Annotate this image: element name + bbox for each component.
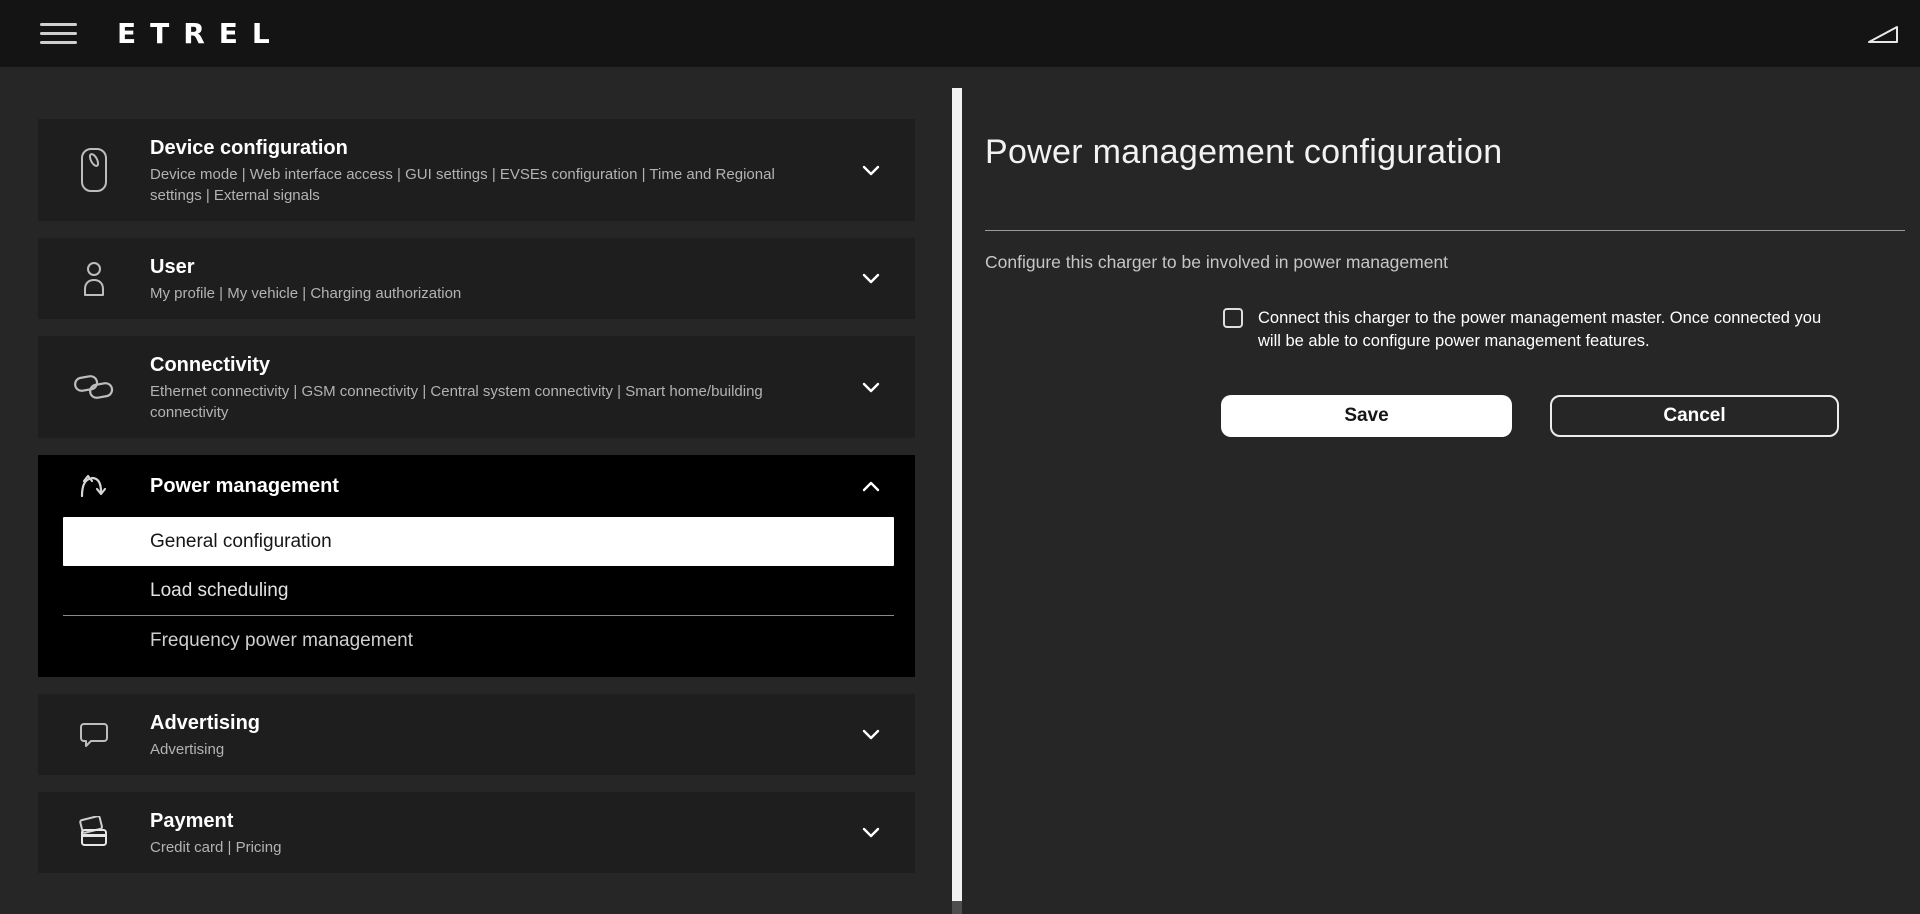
section-title: Connectivity bbox=[150, 351, 817, 379]
cancel-button[interactable]: Cancel bbox=[1550, 395, 1839, 437]
user-icon bbox=[38, 259, 150, 299]
section-subtitle: Ethernet connectivity | GSM connectivity… bbox=[150, 381, 817, 423]
credit-card-icon bbox=[38, 816, 150, 850]
section-title: User bbox=[150, 253, 817, 281]
menu-icon[interactable] bbox=[40, 17, 77, 50]
connect-charger-checkbox-label: Connect this charger to the power manage… bbox=[1258, 307, 1823, 353]
section-advertising[interactable]: Advertising Advertising bbox=[38, 694, 915, 775]
section-subtitle: My profile | My vehicle | Charging autho… bbox=[150, 283, 817, 304]
chevron-down-icon[interactable] bbox=[827, 273, 915, 284]
action-buttons: Save Cancel bbox=[1221, 395, 1905, 437]
menu-item-load-scheduling[interactable]: Load scheduling bbox=[38, 566, 915, 615]
section-title: Power management bbox=[150, 472, 817, 500]
section-device-configuration[interactable]: Device configuration Device mode | Web i… bbox=[38, 119, 915, 221]
page-title: Power management configuration bbox=[985, 133, 1905, 172]
section-connectivity[interactable]: Connectivity Ethernet connectivity | GSM… bbox=[38, 336, 915, 438]
connect-charger-checkbox[interactable] bbox=[1223, 308, 1243, 328]
section-user[interactable]: User My profile | My vehicle | Charging … bbox=[38, 238, 915, 319]
title-divider bbox=[985, 230, 1905, 231]
power-wave-icon bbox=[38, 472, 150, 500]
settings-sidebar: Device configuration Device mode | Web i… bbox=[38, 119, 915, 890]
section-power-management-header[interactable]: Power management bbox=[38, 455, 915, 517]
section-title: Device configuration bbox=[150, 134, 817, 162]
menu-item-frequency-power-management[interactable]: Frequency power management bbox=[38, 616, 915, 665]
chevron-down-icon[interactable] bbox=[827, 827, 915, 838]
section-subtitle: Advertising bbox=[150, 739, 817, 760]
speech-bubble-icon bbox=[38, 719, 150, 751]
panel-scrollbar[interactable] bbox=[952, 88, 962, 914]
section-subtitle: Credit card | Pricing bbox=[150, 837, 817, 858]
section-power-management: Power management General configuration L… bbox=[38, 455, 915, 677]
chevron-up-icon[interactable] bbox=[827, 481, 915, 492]
section-title: Payment bbox=[150, 807, 817, 835]
save-button[interactable]: Save bbox=[1221, 395, 1512, 437]
chevron-down-icon[interactable] bbox=[827, 165, 915, 176]
power-management-configuration-panel: Power management configuration Configure… bbox=[985, 0, 1905, 437]
etrel-logo: ETREL bbox=[117, 17, 284, 50]
section-subtitle: Device mode | Web interface access | GUI… bbox=[150, 164, 817, 206]
section-payment[interactable]: Payment Credit card | Pricing bbox=[38, 792, 915, 873]
menu-item-general-configuration[interactable]: General configuration bbox=[63, 517, 894, 566]
chevron-down-icon[interactable] bbox=[827, 729, 915, 740]
connect-charger-checkbox-row: Connect this charger to the power manage… bbox=[1223, 307, 1843, 353]
panel-description: Configure this charger to be involved in… bbox=[985, 252, 1905, 273]
link-icon bbox=[38, 371, 150, 403]
device-icon bbox=[38, 145, 150, 195]
section-title: Advertising bbox=[150, 709, 817, 737]
chevron-down-icon[interactable] bbox=[827, 382, 915, 393]
scrollbar-track-end bbox=[952, 901, 962, 914]
